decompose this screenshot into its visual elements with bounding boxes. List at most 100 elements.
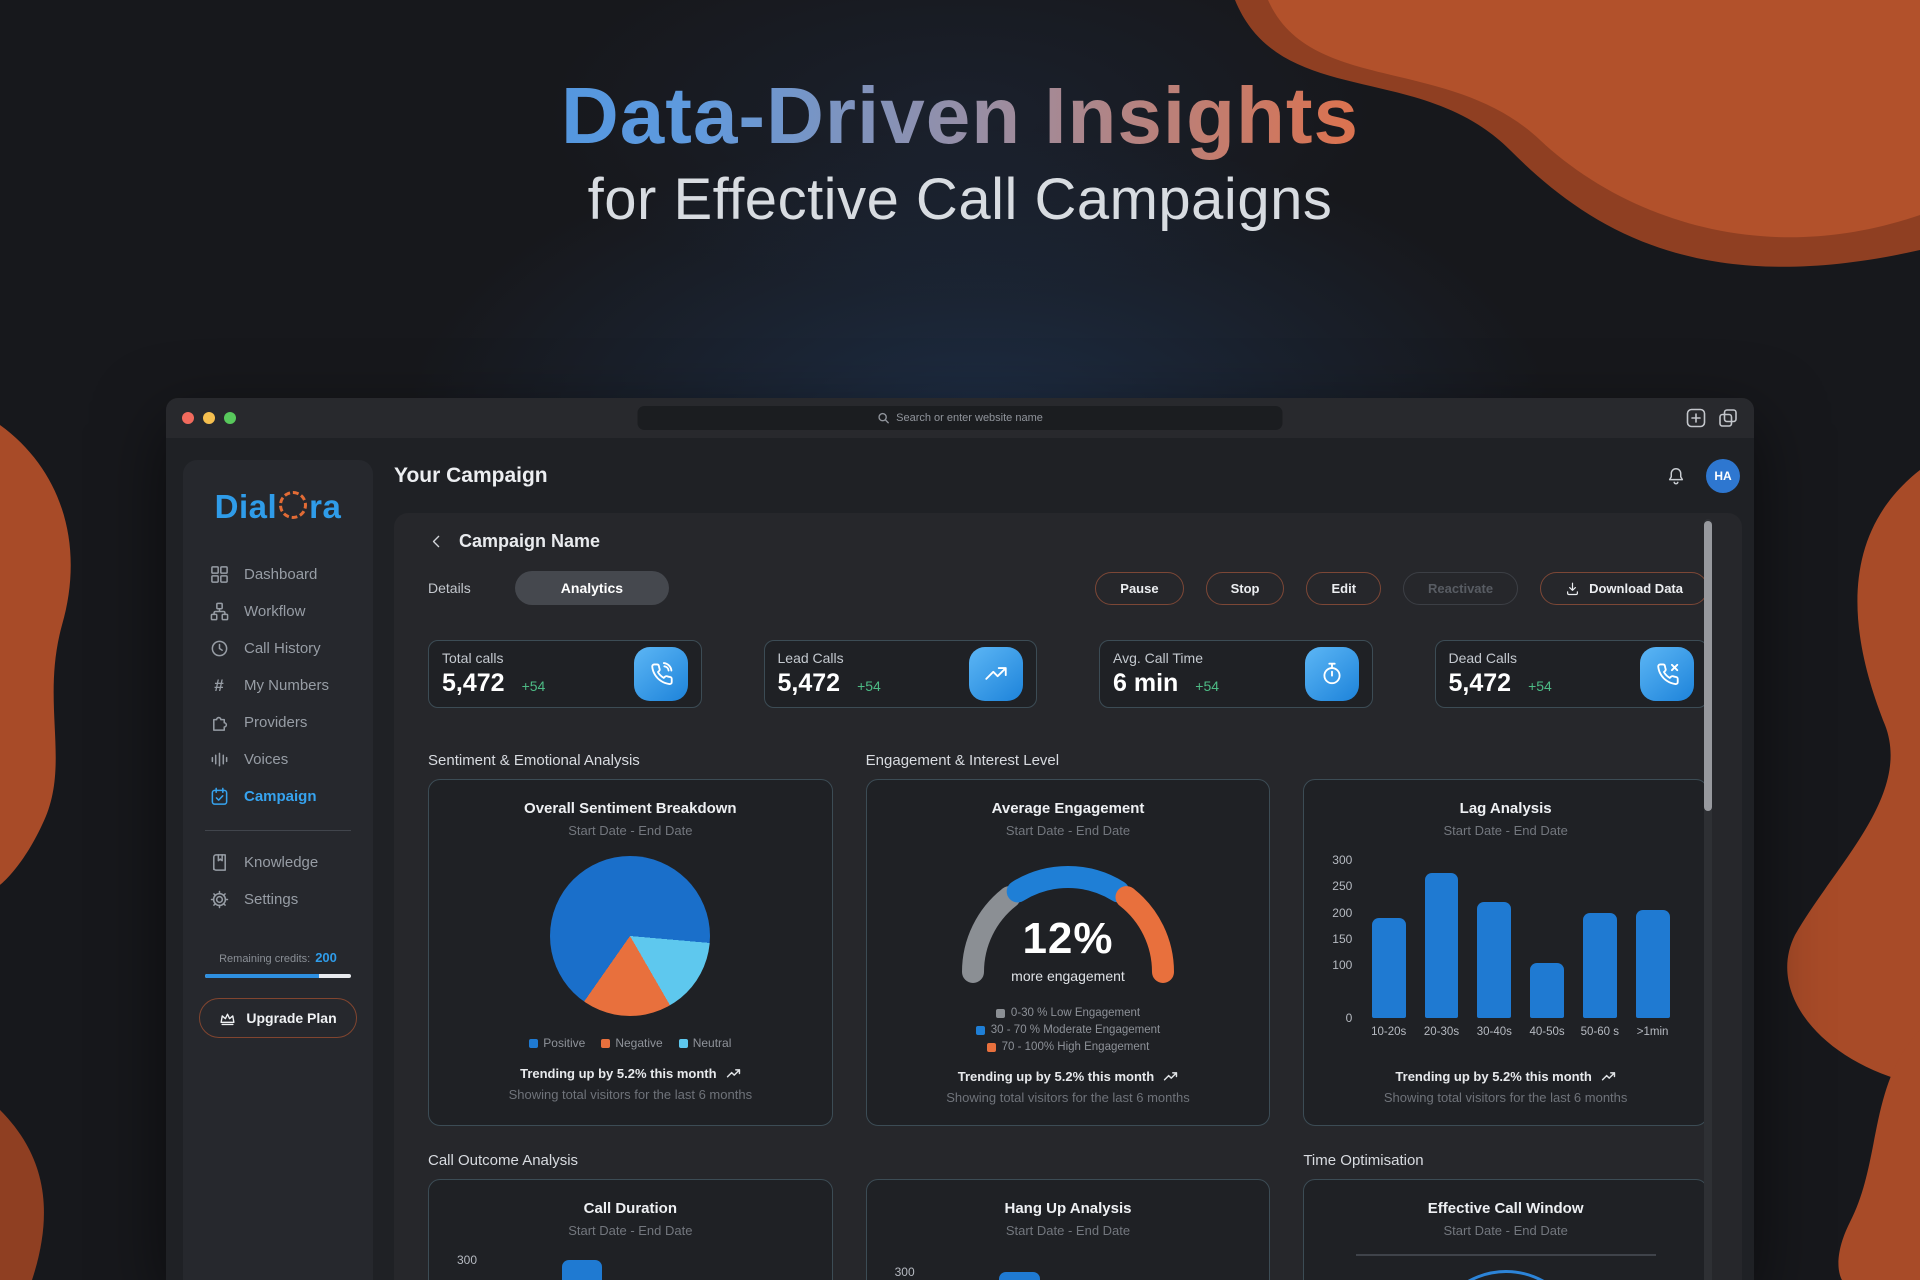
gauge-caption: more engagement <box>938 968 1198 984</box>
puzzle-icon <box>209 713 229 732</box>
edit-button[interactable]: Edit <box>1306 572 1381 605</box>
trend-subtext: Showing total visitors for the last 6 mo… <box>1384 1090 1628 1105</box>
card-subtitle: Start Date - End Date <box>1006 823 1130 838</box>
pause-button[interactable]: Pause <box>1095 572 1183 605</box>
call-duration-card: Call Duration Start Date - End Date 3002… <box>428 1179 833 1280</box>
sidebar-item-settings[interactable]: Settings <box>209 881 373 918</box>
bell-icon[interactable] <box>1666 466 1686 486</box>
effective-window-divider <box>1356 1254 1656 1256</box>
trend-text: Trending up by 5.2% this month <box>1395 1069 1591 1084</box>
stat-label: Dead Calls <box>1449 650 1552 666</box>
card-title: Overall Sentiment Breakdown <box>524 800 737 817</box>
tab-overview-icon[interactable] <box>1718 408 1738 428</box>
section-title-time-optimisation: Time Optimisation <box>1303 1152 1708 1169</box>
effective-call-window-card: Effective Call Window Start Date - End D… <box>1303 1179 1708 1280</box>
sidebar-item-label: Providers <box>244 714 307 731</box>
trend-subtext: Showing total visitors for the last 6 mo… <box>509 1087 753 1102</box>
sidebar-item-knowledge[interactable]: Knowledge <box>209 844 373 881</box>
traffic-lights <box>182 412 236 424</box>
stats-row: Total calls 5,472+54 Lead Calls 5,472+54 <box>428 640 1708 708</box>
sidebar-item-label: Settings <box>244 891 298 908</box>
close-window-button[interactable] <box>182 412 194 424</box>
tab-analytics[interactable]: Analytics <box>515 571 669 605</box>
pie-legend: Positive Negative Neutral <box>529 1036 731 1050</box>
engagement-gauge-chart: 12% more engagement <box>938 852 1198 995</box>
legend-label: 0-30 % Low Engagement <box>1011 1007 1140 1019</box>
sidebar-item-voices[interactable]: Voices <box>209 741 373 778</box>
gear-icon <box>209 890 229 909</box>
calendar-check-icon <box>209 787 229 806</box>
sidebar-item-my-numbers[interactable]: # My Numbers <box>209 667 373 704</box>
phone-call-icon <box>634 647 688 701</box>
stat-value: 5,472 <box>1449 669 1512 698</box>
stat-card-dead-calls: Dead Calls 5,472+54 <box>1435 640 1709 708</box>
trend-text: Trending up by 5.2% this month <box>958 1069 1154 1084</box>
card-title: Effective Call Window <box>1428 1200 1584 1217</box>
reactivate-button[interactable]: Reactivate <box>1403 572 1518 605</box>
chevron-left-icon[interactable] <box>428 533 445 550</box>
sidebar-item-label: Call History <box>244 640 321 657</box>
call-duration-bar-chart: 3002502001501000 <box>447 1260 814 1280</box>
sidebar: Dialra Dashboard Workflow Call History #… <box>183 460 373 1280</box>
stat-value: 5,472 <box>778 669 841 698</box>
card-title: Average Engagement <box>992 800 1145 817</box>
legend-swatch-moderate <box>976 1026 985 1035</box>
sentiment-breakdown-card: Overall Sentiment Breakdown Start Date -… <box>428 779 833 1126</box>
page-title: Your Campaign <box>394 464 548 488</box>
hero-title: Data-Driven Insights <box>0 72 1920 160</box>
stat-card-avg-call-time: Avg. Call Time 6 min+54 <box>1099 640 1373 708</box>
campaign-name: Campaign Name <box>459 531 600 552</box>
trend-up-icon <box>969 647 1023 701</box>
sidebar-item-dashboard[interactable]: Dashboard <box>209 556 373 593</box>
gauge-value: 12% <box>938 914 1198 964</box>
download-data-button[interactable]: Download Data <box>1540 572 1708 605</box>
campaign-panel: Campaign Name Details Analytics Pause St… <box>394 513 1742 1280</box>
legend-label: Neutral <box>693 1036 732 1050</box>
stat-delta: +54 <box>522 678 546 694</box>
history-icon <box>209 639 229 658</box>
hang-up-analysis-card: Hang Up Analysis Start Date - End Date 3… <box>866 1179 1271 1280</box>
lag-analysis-card: Lag Analysis Start Date - End Date 30025… <box>1303 779 1708 1126</box>
legend-swatch-positive <box>529 1039 538 1048</box>
browser-search-bar[interactable]: Search or enter website name <box>638 406 1283 430</box>
sidebar-item-providers[interactable]: Providers <box>209 704 373 741</box>
sidebar-item-workflow[interactable]: Workflow <box>209 593 373 630</box>
phone-x-icon <box>1640 647 1694 701</box>
new-tab-icon[interactable] <box>1686 408 1706 428</box>
scrollbar-thumb[interactable] <box>1704 521 1712 811</box>
minimize-window-button[interactable] <box>203 412 215 424</box>
legend-label: 70 - 100% High Engagement <box>1002 1041 1150 1053</box>
sidebar-item-label: Knowledge <box>244 854 318 871</box>
zoom-window-button[interactable] <box>224 412 236 424</box>
card-title: Hang Up Analysis <box>1005 1200 1132 1217</box>
credits-progress-fill <box>205 974 319 978</box>
stat-card-total-calls: Total calls 5,472+54 <box>428 640 702 708</box>
crown-icon <box>219 1011 236 1026</box>
card-subtitle: Start Date - End Date <box>1444 823 1568 838</box>
upgrade-plan-button[interactable]: Upgrade Plan <box>199 998 357 1038</box>
hash-icon: # <box>209 677 229 694</box>
stat-label: Lead Calls <box>778 650 881 666</box>
section-title-call-outcome: Call Outcome Analysis <box>428 1152 833 1169</box>
main-header: Your Campaign HA <box>394 438 1742 513</box>
stop-button[interactable]: Stop <box>1206 572 1285 605</box>
trend-arrow-icon <box>1163 1071 1178 1082</box>
credits-value: 200 <box>315 950 337 965</box>
legend-label: Negative <box>615 1036 662 1050</box>
browser-titlebar: Search or enter website name <box>166 398 1754 438</box>
search-placeholder: Search or enter website name <box>896 412 1043 424</box>
sidebar-item-call-history[interactable]: Call History <box>209 630 373 667</box>
effective-window-dial <box>1428 1270 1584 1280</box>
stat-value: 5,472 <box>442 669 505 698</box>
panel-scrollbar[interactable] <box>1704 519 1712 1280</box>
tab-details[interactable]: Details <box>428 580 471 596</box>
sidebar-item-campaign[interactable]: Campaign <box>209 778 373 815</box>
sidebar-item-label: Workflow <box>244 603 305 620</box>
avatar[interactable]: HA <box>1706 459 1740 493</box>
stat-value: 6 min <box>1113 669 1178 698</box>
grid-icon <box>209 565 229 584</box>
stat-card-lead-calls: Lead Calls 5,472+54 <box>764 640 1038 708</box>
sidebar-item-label: Dashboard <box>244 566 317 583</box>
sidebar-item-label: Voices <box>244 751 288 768</box>
action-buttons: Pause Stop Edit Reactivate Download Data <box>1095 572 1708 605</box>
